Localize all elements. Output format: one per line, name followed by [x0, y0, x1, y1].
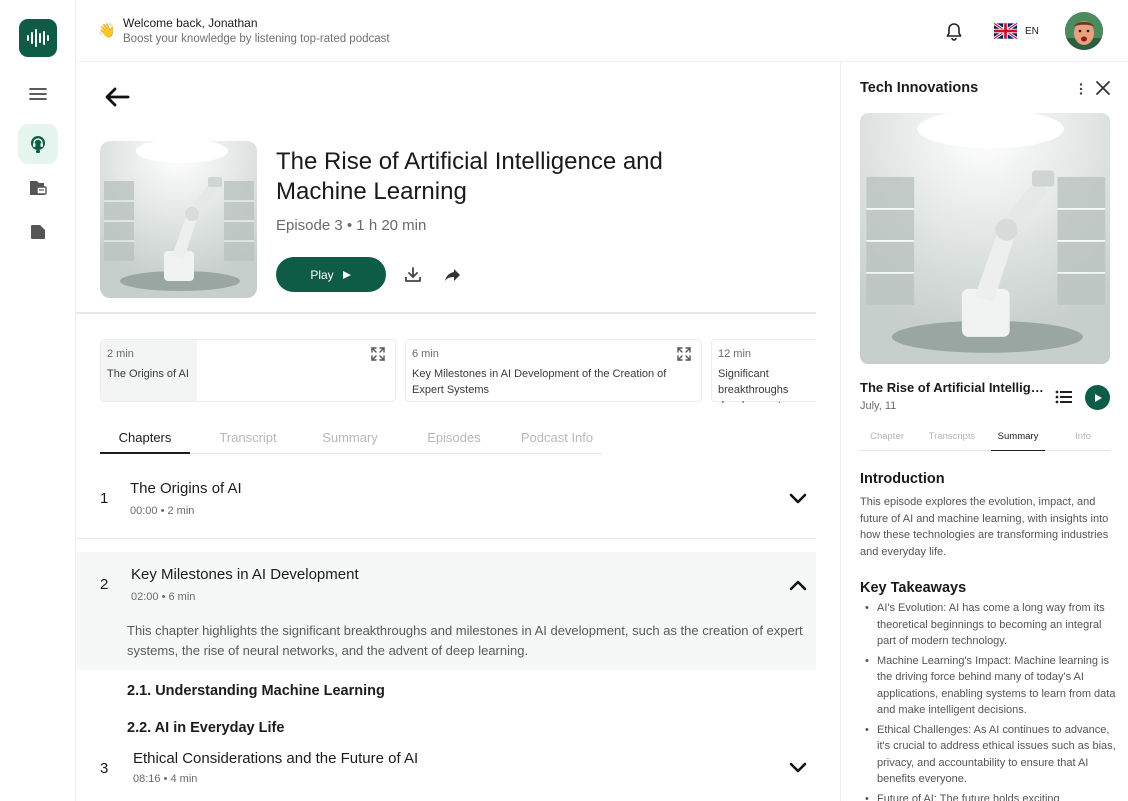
tab-summary[interactable]: Summary	[306, 424, 394, 454]
download-icon[interactable]	[403, 265, 423, 285]
chapter-card[interactable]: 2 min The Origins of AI	[100, 339, 396, 402]
chapter-description: This chapter highlights the significant …	[127, 623, 803, 658]
panel-tab-summary[interactable]: Summary	[991, 431, 1045, 451]
panel-episode-date: July, 11	[860, 400, 897, 412]
card-name: Key Milestones in AI Development of the …	[412, 368, 667, 396]
chapter-time: 02:00 • 6 min	[131, 591, 196, 603]
card-duration: 12 min	[718, 348, 752, 360]
chapter-row-expanded[interactable]: 2 Key Milestones in AI Development 02:00…	[76, 552, 816, 670]
episode-tabs: Chapters Transcript Summary Episodes Pod…	[100, 424, 602, 454]
chapter-cards-strip: 2 min The Origins of AI 6 min Key Milest…	[100, 339, 816, 403]
panel-cover-image	[860, 113, 1110, 364]
subsection-title[interactable]: 2.1. Understanding Machine Learning	[127, 683, 385, 699]
chapter-title: Key Milestones in AI Development	[131, 566, 359, 583]
expand-icon[interactable]	[677, 347, 691, 361]
top-bar: 👋 Welcome back, Jonathan Boost your know…	[76, 0, 1128, 62]
panel-play-button[interactable]	[1085, 385, 1110, 410]
tab-episodes[interactable]: Episodes	[410, 424, 498, 454]
chevron-down-icon[interactable]	[789, 493, 807, 505]
bell-icon[interactable]	[942, 20, 966, 44]
panel-episode-title: The Rise of Artificial Intelligence and …	[860, 380, 1045, 395]
panel-heading: Tech Innovations	[860, 80, 979, 96]
play-icon	[1094, 393, 1102, 402]
folder-icon[interactable]	[18, 212, 58, 252]
takeaways-list: AI's Evolution: AI has come a long way f…	[860, 600, 1116, 801]
play-label: Play	[310, 267, 334, 282]
chapter-time: 00:00 • 2 min	[130, 505, 195, 517]
avatar[interactable]	[1065, 12, 1103, 50]
chapter-title: Ethical Considerations and the Future of…	[133, 750, 419, 767]
panel-tab-transcripts[interactable]: Transcripts	[925, 431, 979, 451]
episode-main: The Rise of Artificial Intelligence and …	[76, 62, 840, 801]
chapter-card[interactable]: 12 min Significant breakthroughs develop…	[711, 339, 816, 403]
uk-flag-icon	[994, 23, 1017, 39]
chapter-row[interactable]: 1 The Origins of AI 00:00 • 2 min	[76, 467, 816, 539]
chapter-time: 08:16 • 4 min	[133, 773, 198, 785]
takeaway-item: AI's Evolution: AI has come a long way f…	[860, 600, 1116, 650]
language-selector[interactable]: EN	[988, 16, 1050, 46]
chevron-up-icon[interactable]	[789, 579, 807, 591]
chapter-number: 2	[100, 576, 109, 593]
more-vertical-icon[interactable]	[1073, 81, 1089, 97]
chapter-number: 3	[100, 760, 109, 777]
back-arrow-icon[interactable]	[104, 86, 130, 108]
library-icon[interactable]	[18, 168, 58, 208]
wave-emoji: 👋	[98, 22, 116, 38]
takeaway-item: Ethical Challenges: As AI continues to a…	[860, 722, 1116, 788]
tagline-text: Boost your knowledge by listening top-ra…	[123, 33, 390, 45]
tab-chapters[interactable]: Chapters	[100, 424, 190, 454]
card-name: Significant breakthroughs development	[718, 368, 789, 403]
intro-text: This episode explores the evolution, imp…	[860, 496, 1109, 558]
panel-tabs: Chapter Transcripts Summary Info	[860, 427, 1110, 451]
list-icon[interactable]	[1055, 389, 1073, 405]
share-icon[interactable]	[443, 265, 463, 285]
chapter-number: 1	[100, 490, 109, 507]
card-duration: 2 min	[107, 348, 134, 360]
now-playing-panel: Tech Innovations The Rise of Artificial …	[840, 62, 1128, 801]
subsection-title[interactable]: 2.2. AI in Everyday Life	[127, 720, 284, 736]
episode-title: The Rise of Artificial Intelligence and …	[276, 148, 663, 205]
episode-cover-image	[100, 141, 257, 298]
expand-icon[interactable]	[371, 347, 385, 361]
section-divider	[76, 312, 816, 314]
panel-tab-info[interactable]: Info	[1056, 431, 1110, 451]
menu-icon[interactable]	[18, 74, 58, 114]
chapter-row[interactable]: 3 Ethical Considerations and the Future …	[76, 750, 816, 801]
podcast-icon[interactable]	[18, 124, 58, 164]
chevron-down-icon[interactable]	[789, 762, 807, 774]
left-rail	[0, 0, 76, 801]
takeaway-item: Future of AI: The future holds exciting	[860, 791, 1116, 801]
chapter-title: The Origins of AI	[130, 480, 242, 497]
play-icon	[342, 270, 351, 279]
episode-meta: Episode 3 • 1 h 20 min	[276, 217, 427, 234]
intro-heading: Introduction	[860, 471, 945, 487]
takeaway-item: Machine Learning's Impact: Machine learn…	[860, 653, 1116, 719]
language-code: EN	[1025, 25, 1039, 37]
waveform-logo-icon[interactable]	[19, 19, 57, 57]
welcome-text: Welcome back, Jonathan	[123, 16, 258, 30]
takeaways-heading: Key Takeaways	[860, 580, 967, 596]
play-button[interactable]: Play	[276, 257, 386, 292]
chapter-card[interactable]: 6 min Key Milestones in AI Development o…	[405, 339, 702, 402]
card-duration: 6 min	[412, 348, 439, 360]
close-icon[interactable]	[1095, 80, 1111, 96]
panel-tab-chapter[interactable]: Chapter	[860, 431, 914, 451]
tab-podcast-info[interactable]: Podcast Info	[512, 424, 602, 454]
card-name: The Origins of AI	[107, 368, 189, 380]
tab-transcript[interactable]: Transcript	[204, 424, 292, 454]
